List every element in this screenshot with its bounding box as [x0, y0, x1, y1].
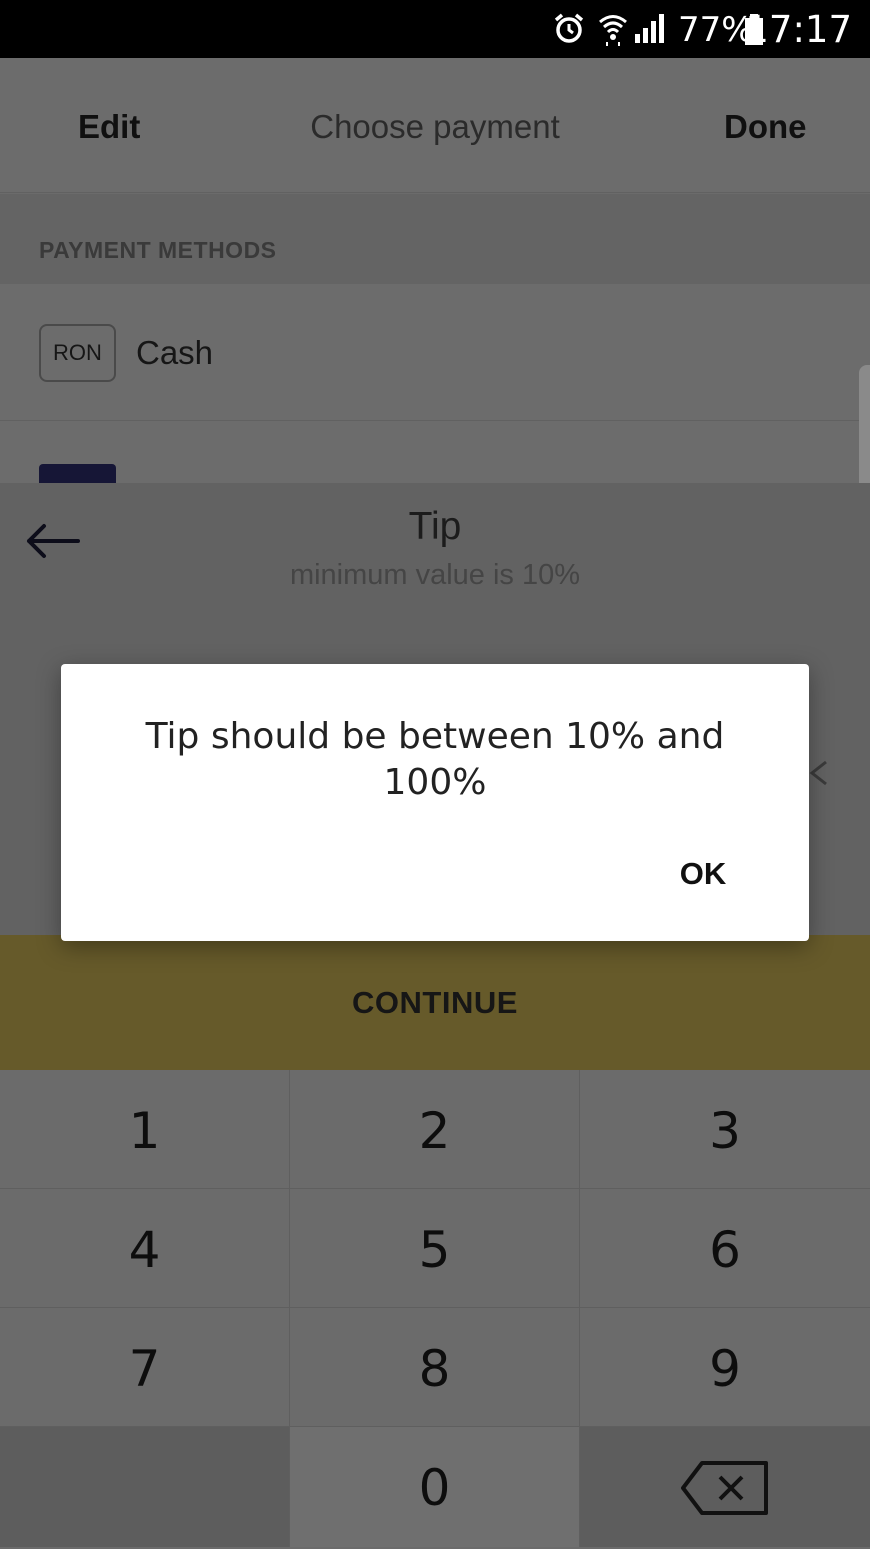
clock: 17:17 — [745, 8, 852, 51]
key-2[interactable]: 2 — [290, 1070, 580, 1189]
numeric-keypad: 1 2 3 4 5 6 7 8 9 0 — [0, 1070, 870, 1547]
key-6[interactable]: 6 — [580, 1189, 870, 1308]
key-0[interactable]: 0 — [290, 1427, 580, 1547]
tip-title: Tip — [408, 505, 462, 548]
backspace-icon — [681, 1461, 768, 1515]
top-app-bar: Edit Choose payment Done — [0, 58, 870, 193]
key-5[interactable]: 5 — [290, 1189, 580, 1308]
payment-methods-section: PAYMENT METHODS — [0, 194, 870, 284]
key-7[interactable]: 7 — [0, 1308, 290, 1427]
key-3[interactable]: 3 — [580, 1070, 870, 1189]
continue-label: CONTINUE — [352, 985, 518, 1020]
key-1[interactable]: 1 — [0, 1070, 290, 1189]
wifi-icon — [599, 15, 627, 46]
currency-badge: RON — [39, 324, 116, 382]
key-4[interactable]: 4 — [0, 1189, 290, 1308]
payment-method-cash[interactable]: RON Cash — [0, 284, 870, 421]
status-bar: 77% 17:17 — [0, 0, 870, 58]
signal-icon — [635, 14, 664, 43]
tip-subtitle: minimum value is 10% — [289, 559, 581, 591]
payment-method-card[interactable] — [0, 421, 870, 494]
ok-button[interactable]: OK — [651, 846, 755, 902]
backspace-key[interactable] — [580, 1427, 870, 1547]
alert-dialog: Tip should be between 10% and 100% OK — [61, 664, 809, 941]
done-button[interactable]: Done — [724, 108, 807, 146]
continue-button[interactable]: CONTINUE — [0, 935, 870, 1070]
dialog-message: Tip should be between 10% and 100% — [145, 716, 725, 803]
key-empty — [0, 1427, 290, 1547]
key-8[interactable]: 8 — [290, 1308, 580, 1427]
payment-method-label: Cash — [136, 334, 214, 371]
alarm-icon — [554, 13, 584, 43]
section-label: PAYMENT METHODS — [39, 237, 277, 263]
battery-percent: 77% — [678, 10, 754, 50]
key-9[interactable]: 9 — [580, 1308, 870, 1427]
